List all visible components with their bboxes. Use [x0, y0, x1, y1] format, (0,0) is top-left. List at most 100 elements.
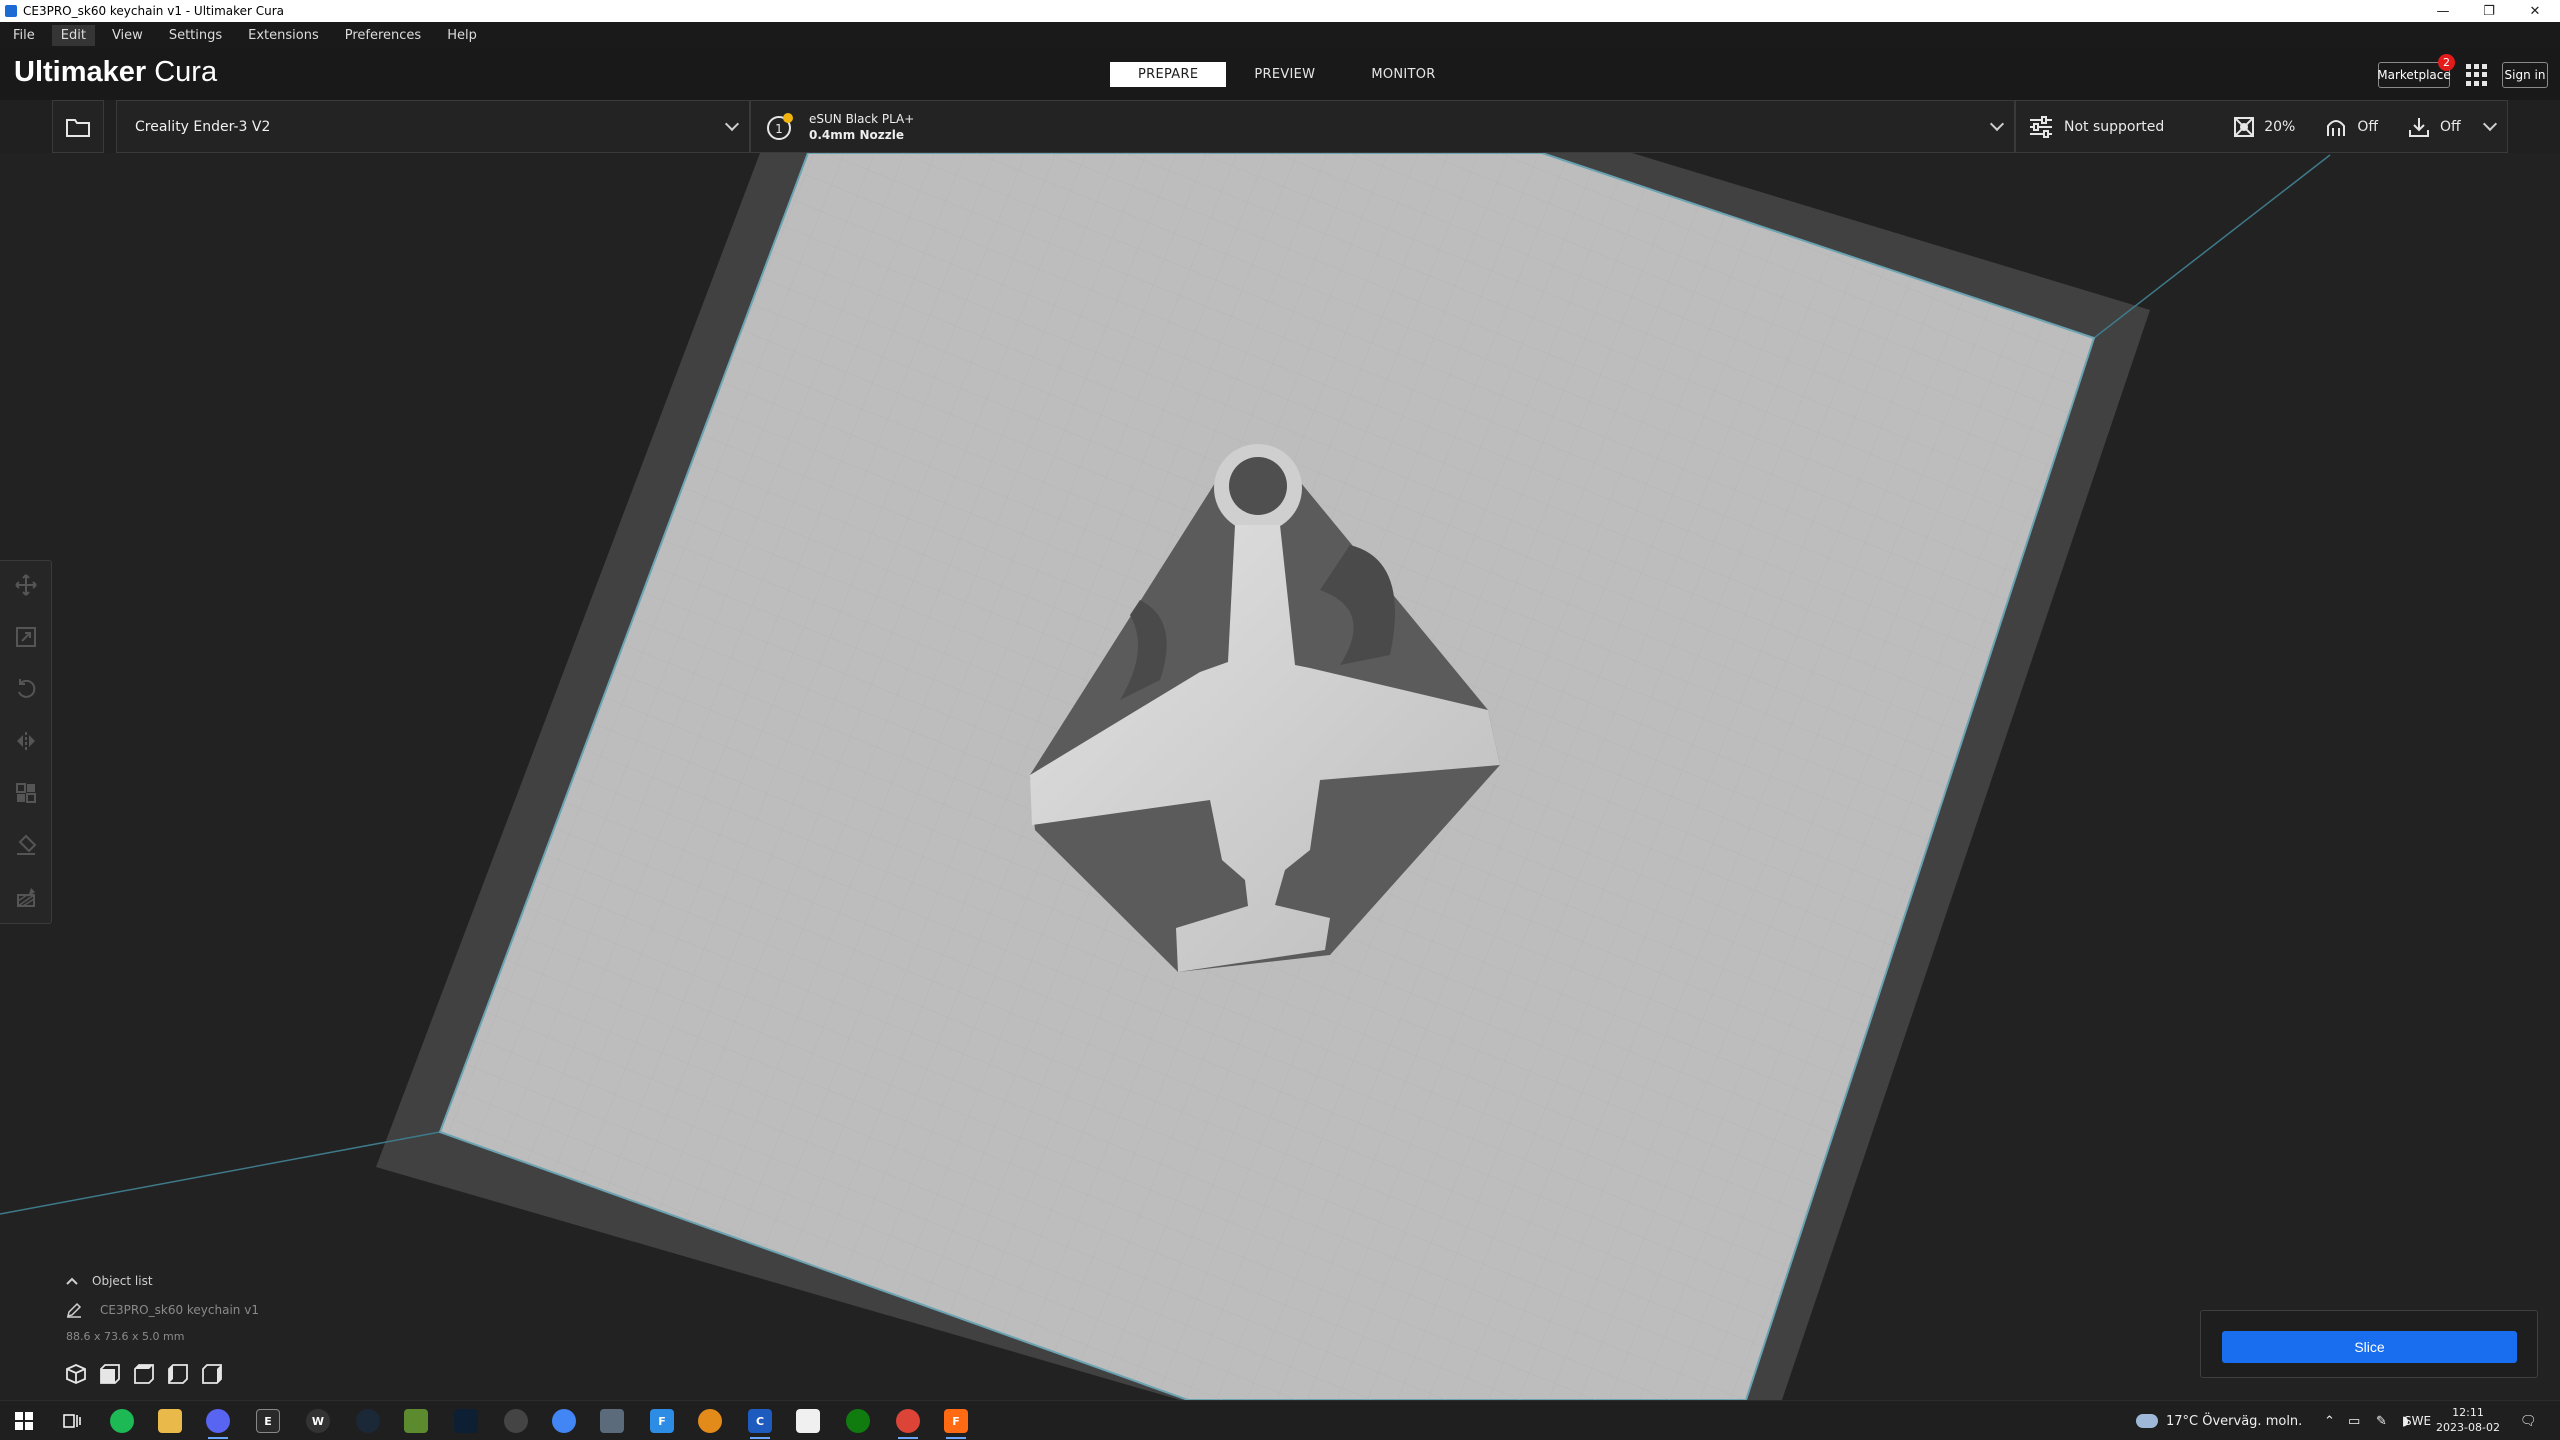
task-view-icon[interactable] — [60, 1409, 84, 1433]
xbox-icon[interactable] — [846, 1409, 870, 1433]
view-front-button[interactable] — [98, 1362, 122, 1386]
object-dimensions: 88.6 x 73.6 x 5.0 mm — [66, 1330, 185, 1343]
paint-tool[interactable] — [14, 885, 38, 909]
material-info: eSUN Black PLA+ 0.4mm Nozzle — [809, 111, 914, 143]
sign-in-button[interactable]: Sign in — [2502, 62, 2548, 88]
adhesion-icon — [2409, 117, 2430, 137]
tab-prepare[interactable]: PREPARE — [1110, 62, 1227, 87]
chrome-icon[interactable] — [552, 1409, 576, 1433]
tray-chevron-icon[interactable]: ⌃ — [2324, 1401, 2335, 1440]
mirror-icon — [17, 732, 35, 750]
folder-icon — [66, 118, 90, 137]
app-header: Ultimaker Cura PREPARE PREVIEW MONITOR M… — [0, 48, 2560, 100]
print-settings-selector[interactable]: Not supported 20% Off Off — [2015, 100, 2508, 153]
weather-widget[interactable]: 17°C Överväg. moln. — [2136, 1401, 2302, 1440]
restore-button[interactable]: ❐ — [2466, 0, 2512, 22]
cura-window: CE3PRO_sk60 keychain v1 - Ultimaker Cura… — [0, 0, 2560, 1440]
view-right-button[interactable] — [200, 1362, 224, 1386]
cura-taskbar-icon[interactable]: C — [748, 1409, 772, 1439]
chevron-up-icon — [66, 1277, 78, 1285]
x-axis-line — [0, 1131, 441, 1215]
mirror-tool[interactable] — [14, 729, 38, 753]
chrome-profile-icon[interactable] — [896, 1409, 920, 1439]
object-list-toggle[interactable]: Object list — [66, 1274, 153, 1288]
tab-monitor[interactable]: MONITOR — [1343, 62, 1463, 87]
file-explorer-icon[interactable] — [158, 1409, 182, 1433]
apps-grid-icon[interactable] — [2466, 64, 2488, 86]
notepad-icon[interactable] — [796, 1409, 820, 1433]
window-title: CE3PRO_sk60 keychain v1 - Ultimaker Cura — [23, 4, 285, 18]
fusion360-icon[interactable]: F — [944, 1409, 968, 1439]
material-name: eSUN Black PLA+ — [809, 111, 915, 126]
menu-extensions[interactable]: Extensions — [239, 25, 328, 46]
sliders-icon — [2030, 115, 2052, 138]
weather-text: 17°C Överväg. moln. — [2166, 1413, 2303, 1429]
move-tool[interactable] — [14, 573, 38, 597]
cube-3d-icon — [66, 1364, 86, 1384]
menu-view[interactable]: View — [103, 25, 152, 46]
view-3d-button[interactable] — [64, 1362, 88, 1386]
windows-start-icon[interactable] — [12, 1409, 36, 1433]
menu-bar: File Edit View Settings Extensions Prefe… — [0, 22, 2560, 48]
infill-setting: 20% — [2234, 116, 2296, 137]
font-app-icon[interactable]: F — [650, 1409, 674, 1433]
language-indicator[interactable]: SWE — [2404, 1401, 2431, 1440]
wordpress-icon[interactable]: W — [306, 1409, 330, 1433]
minimize-button[interactable]: — — [2420, 0, 2466, 22]
blender-icon[interactable] — [698, 1409, 722, 1433]
steam-icon[interactable] — [356, 1409, 380, 1433]
support-icon — [2327, 119, 2346, 136]
paint-icon — [17, 888, 35, 907]
view-left-button[interactable] — [166, 1362, 190, 1386]
slice-button[interactable]: Slice — [2222, 1331, 2517, 1363]
transform-tool-panel — [0, 560, 52, 924]
open-file-button[interactable] — [52, 100, 104, 153]
y-axis-line — [2093, 154, 2331, 339]
rotate-icon — [18, 679, 36, 698]
minecraft-icon[interactable] — [404, 1409, 428, 1433]
discord-icon[interactable] — [206, 1409, 230, 1439]
3d-viewport[interactable] — [0, 153, 2560, 1400]
photoshop-icon[interactable] — [454, 1409, 478, 1433]
stage-tabs: PREPARE PREVIEW MONITOR — [1110, 62, 1464, 87]
epic-games-icon[interactable]: E — [256, 1409, 280, 1433]
support-blocker-tool[interactable] — [14, 833, 38, 857]
material-selector[interactable]: 1 eSUN Black PLA+ 0.4mm Nozzle — [750, 100, 2015, 153]
extruder-warning-icon: 1 — [767, 112, 793, 140]
app-logo: Ultimaker Cura — [14, 56, 218, 88]
calculator-icon[interactable] — [600, 1409, 624, 1433]
pen-icon[interactable]: ✎ — [2376, 1401, 2387, 1440]
clock-time: 12:11 — [2452, 1406, 2484, 1419]
marketplace-button[interactable]: Marketplace 2 — [2377, 54, 2455, 88]
cloud-icon — [2136, 1414, 2158, 1428]
menu-settings[interactable]: Settings — [160, 25, 231, 46]
menu-preferences[interactable]: Preferences — [336, 25, 430, 46]
infill-value: 20% — [2264, 118, 2296, 135]
cube-top-icon — [134, 1364, 154, 1384]
chevron-down-icon — [724, 116, 740, 132]
tab-preview[interactable]: PREVIEW — [1226, 62, 1343, 87]
menu-help[interactable]: Help — [438, 25, 486, 46]
cube-right-icon — [202, 1364, 222, 1384]
nozzle-size: 0.4mm Nozzle — [809, 127, 904, 142]
machine-selector[interactable]: Creality Ender-3 V2 — [116, 100, 750, 153]
notifications-icon[interactable]: 🗨 — [2520, 1401, 2537, 1440]
close-button[interactable]: ✕ — [2512, 0, 2558, 22]
rotate-tool[interactable] — [14, 677, 38, 701]
clock-date: 2023-08-02 — [2436, 1421, 2500, 1434]
network-icon[interactable]: ▭ — [2348, 1401, 2360, 1440]
per-model-settings-tool[interactable] — [14, 781, 38, 805]
system-clock[interactable]: 12:11 2023-08-02 — [2432, 1405, 2504, 1435]
pencil-icon — [66, 1302, 82, 1318]
adhesion-setting: Off — [2408, 116, 2461, 138]
chevron-down-icon — [2482, 116, 2498, 132]
menu-file[interactable]: File — [4, 25, 44, 46]
game-launcher-icon[interactable] — [504, 1409, 528, 1433]
menu-edit[interactable]: Edit — [51, 24, 95, 46]
marketplace-label: Marketplace — [2377, 68, 2451, 82]
profile-label: Not supported — [2064, 118, 2165, 135]
scale-tool[interactable] — [14, 625, 38, 649]
view-top-button[interactable] — [132, 1362, 156, 1386]
spotify-icon[interactable] — [110, 1409, 134, 1433]
object-list-item[interactable]: CE3PRO_sk60 keychain v1 — [66, 1302, 259, 1318]
